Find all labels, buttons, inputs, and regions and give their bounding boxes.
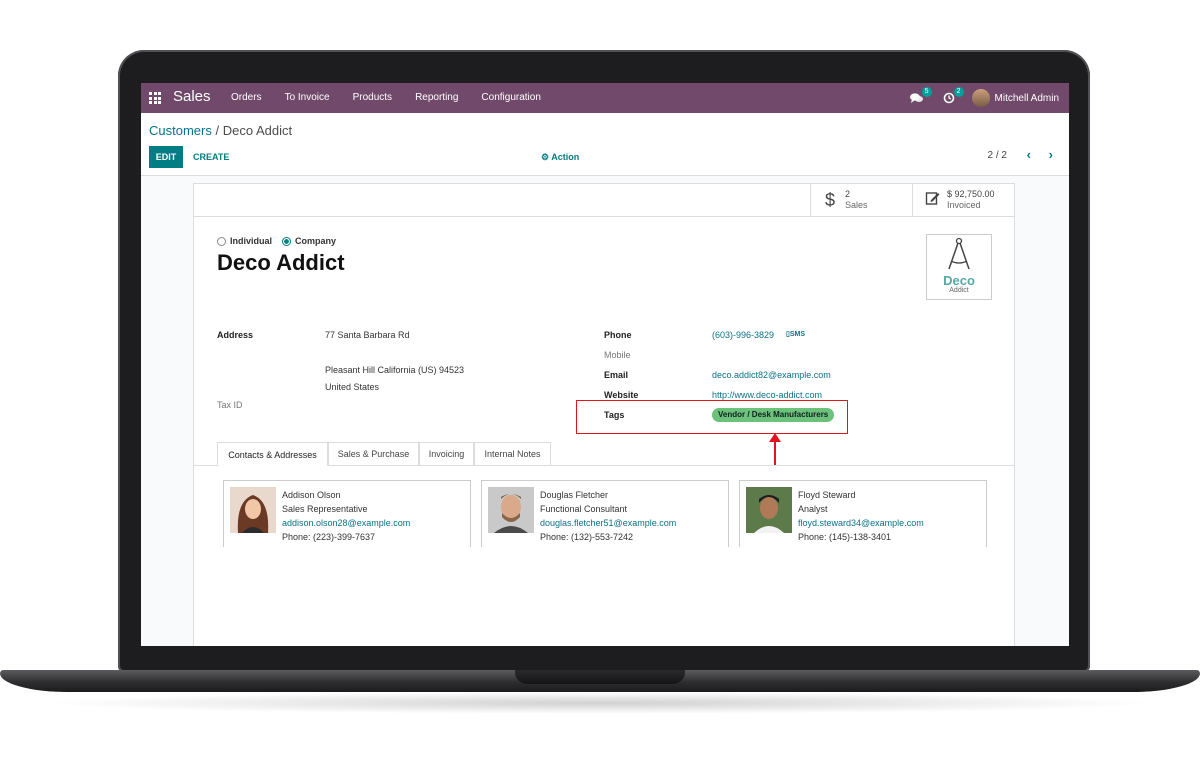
company-type-radio: Individual Company xyxy=(217,236,336,246)
messages-icon[interactable]: 5 xyxy=(908,87,932,107)
street-field[interactable]: 77 Santa Barbara Rd xyxy=(325,330,410,340)
sms-button[interactable]: ▯SMS xyxy=(786,330,805,338)
navbar-systray: 5 2 Mitchell Admin xyxy=(908,87,1059,108)
contact-role: Functional Consultant xyxy=(540,504,628,514)
contact-role: Analyst xyxy=(798,504,828,514)
dollar-icon: $ xyxy=(824,189,835,210)
logo-word: Deco xyxy=(943,273,975,288)
radio-individual[interactable]: Individual xyxy=(217,236,272,246)
contact-name: Floyd Steward xyxy=(798,490,856,500)
menu-item-configuration[interactable]: Configuration xyxy=(481,92,540,103)
sales-smart-button[interactable]: $ 2 Sales xyxy=(810,184,913,216)
radio-individual-circle[interactable] xyxy=(217,236,226,246)
contact-avatar xyxy=(230,487,276,533)
contact-email[interactable]: douglas.fletcher51@example.com xyxy=(540,516,676,530)
action-menu[interactable]: ⚙ Action xyxy=(541,152,579,163)
laptop-notch xyxy=(515,670,685,684)
radio-individual-label: Individual xyxy=(230,236,273,246)
main-menu: Orders To Invoice Products Reporting Con… xyxy=(231,92,541,103)
user-menu[interactable]: Mitchell Admin xyxy=(971,89,1059,107)
tab-internal-notes[interactable]: Internal Notes xyxy=(474,442,551,465)
breadcrumb-customers[interactable]: Customers xyxy=(149,123,212,138)
breadcrumb: Customers / Deco Addict xyxy=(149,123,292,138)
contact-name: Addison Olson xyxy=(282,490,341,500)
email-link[interactable]: deco.addict82@example.com xyxy=(712,370,831,380)
sales-count: 2 xyxy=(845,189,851,199)
phone-label: Phone xyxy=(604,330,632,340)
compass-logo-icon xyxy=(948,237,970,270)
app-screen: Sales Orders To Invoice Products Reporti… xyxy=(141,83,1069,646)
invoiced-amount: $ 92,750.00 xyxy=(947,189,995,199)
messages-count-badge: 5 xyxy=(921,87,932,97)
city-state-zip-field[interactable]: Pleasant Hill California (US) 94523 xyxy=(325,365,464,375)
menu-item-reporting[interactable]: Reporting xyxy=(415,92,458,103)
contact-name: Douglas Fletcher xyxy=(540,490,609,500)
activities-count-badge: 2 xyxy=(953,87,964,97)
radio-company-label: Company xyxy=(295,236,337,246)
menu-item-orders[interactable]: Orders xyxy=(231,92,262,103)
sales-label: Sales xyxy=(845,200,868,210)
invoiced-smart-button[interactable]: $ 92,750.00 Invoiced xyxy=(912,184,1015,216)
country-field[interactable]: United States xyxy=(325,382,379,392)
contact-phone: Phone: (145)-138-3401 xyxy=(798,532,892,542)
laptop-shadow xyxy=(40,692,1160,714)
contact-avatar xyxy=(488,487,534,533)
tab-contacts-addresses[interactable]: Contacts & Addresses xyxy=(217,442,328,466)
breadcrumb-current: Deco Addict xyxy=(222,123,293,138)
edit-invoice-icon xyxy=(925,190,940,211)
pager-previous-icon[interactable]: ‹ xyxy=(1027,147,1031,162)
address-label: Address xyxy=(217,330,254,340)
breadcrumb-separator: / xyxy=(211,123,223,138)
tab-sales-purchase[interactable]: Sales & Purchase xyxy=(328,442,419,465)
phone-link[interactable]: (603)-996-3829 xyxy=(712,330,774,340)
invoiced-label: Invoiced xyxy=(947,200,981,210)
apps-menu-icon[interactable] xyxy=(149,92,161,104)
smart-button-box: $ 2 Sales $ 92,750.00 Invoiced xyxy=(194,184,1014,217)
contact-role: Sales Representative xyxy=(282,504,368,514)
tab-invoicing[interactable]: Invoicing xyxy=(419,442,474,465)
action-label: Action xyxy=(551,152,580,162)
contact-email[interactable]: floyd.steward34@example.com xyxy=(798,516,924,530)
activities-icon[interactable]: 2 xyxy=(940,87,964,107)
radio-company[interactable]: Company xyxy=(282,236,336,246)
app-name[interactable]: Sales xyxy=(173,88,211,105)
website-label: Website xyxy=(604,390,639,400)
contact-card[interactable]: Floyd Steward Analyst floyd.steward34@ex… xyxy=(739,480,987,547)
sms-label: SMS xyxy=(789,331,806,338)
user-name: Mitchell Admin xyxy=(994,92,1059,104)
contact-card[interactable]: Douglas Fletcher Functional Consultant d… xyxy=(481,480,729,547)
menu-item-products[interactable]: Products xyxy=(353,92,392,103)
mobile-label: Mobile xyxy=(604,350,631,360)
contact-phone: Phone: (132)-553-7242 xyxy=(540,532,634,542)
form-sheet: $ 2 Sales $ 92,750.00 Invoiced Individua… xyxy=(193,183,1015,646)
menu-item-to-invoice[interactable]: To Invoice xyxy=(285,92,330,103)
contact-email[interactable]: addison.olson28@example.com xyxy=(282,516,410,530)
top-navbar: Sales Orders To Invoice Products Reporti… xyxy=(141,83,1069,113)
company-logo[interactable]: Deco Addict xyxy=(926,234,992,300)
user-avatar xyxy=(971,89,990,107)
edit-button[interactable]: EDIT xyxy=(149,146,183,168)
website-link[interactable]: http://www.deco-addict.com xyxy=(712,390,822,400)
create-button[interactable]: CREATE xyxy=(193,146,229,168)
company-name[interactable]: Deco Addict xyxy=(217,250,345,276)
radio-company-circle[interactable] xyxy=(282,236,292,246)
tags-highlight-box xyxy=(576,400,848,434)
email-label: Email xyxy=(604,370,629,380)
gear-icon: ⚙ xyxy=(541,152,552,162)
notebook-tabs: Contacts & Addresses Sales & Purchase In… xyxy=(194,442,1014,466)
contact-avatar xyxy=(746,487,792,533)
contact-card[interactable]: Addison Olson Sales Representative addis… xyxy=(223,480,471,547)
control-panel: Customers / Deco Addict EDIT CREATE ⚙ Ac… xyxy=(141,113,1069,176)
logo-subword: Addict xyxy=(949,287,969,294)
tax-id-label: Tax ID xyxy=(217,400,243,410)
contact-phone: Phone: (223)-399-7637 xyxy=(282,532,376,542)
pager-next-icon[interactable]: › xyxy=(1049,147,1053,162)
pager-value[interactable]: 2 / 2 xyxy=(988,150,1007,161)
